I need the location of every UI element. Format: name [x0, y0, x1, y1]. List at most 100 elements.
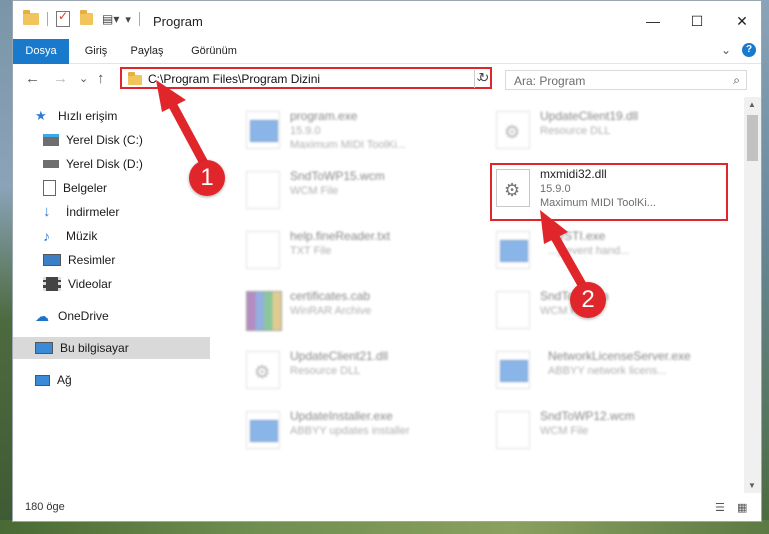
file-item[interactable]: SndToWP12.wcm WCM File [490, 405, 710, 455]
file-type: WinRAR Archive [290, 305, 372, 317]
sidebar-item-label: OneDrive [58, 309, 109, 323]
sidebar-item-this-pc[interactable]: Bu bilgisayar [13, 337, 231, 359]
folder-icon [128, 72, 142, 85]
customize-toolbar-icon[interactable]: ▤▾ [102, 12, 119, 26]
documents-icon [43, 180, 56, 196]
file-icon [246, 171, 280, 209]
dll-icon [496, 111, 530, 149]
search-icon[interactable]: ⌕ [733, 73, 740, 88]
file-item[interactable]: UpdateInstaller.exe ABBYY updates instal… [240, 405, 460, 455]
step-1-badge: 1 [189, 160, 225, 196]
ribbon-expand-icon[interactable]: ⌄ [721, 43, 731, 57]
file-item[interactable]: UpdateClient19.dll Resource DLL [490, 105, 710, 155]
scrollbar-thumb[interactable] [747, 115, 758, 161]
address-bar[interactable]: C:\Program Files\Program Dizini ⌄ [120, 67, 492, 89]
file-item[interactable]: ...ySTI.exe ...y event hand... [490, 225, 710, 275]
scroll-down-icon[interactable]: ▼ [748, 481, 756, 490]
star-icon: ★ [35, 108, 47, 123]
address-path[interactable]: C:\Program Files\Program Dizini [148, 72, 320, 86]
exe-icon [246, 411, 280, 449]
sidebar-item-label: Bu bilgisayar [60, 341, 129, 355]
file-icon [496, 291, 530, 329]
sidebar-item-onedrive[interactable]: ☁ OneDrive [13, 305, 231, 327]
sidebar-item-videos[interactable]: Videolar 📌 [13, 273, 239, 295]
large-icons-view-icon[interactable]: ▦ [737, 501, 751, 514]
details-view-icon[interactable]: ☰ [715, 501, 729, 514]
archive-icon [246, 291, 282, 331]
pictures-icon [43, 254, 61, 266]
back-button[interactable]: ← [25, 70, 40, 87]
sidebar-item-label: İndirmeler [66, 205, 120, 219]
navigation-pane: ★ Hızlı erişim Yerel Disk (C:) 📌 Yerel D… [13, 97, 231, 493]
sidebar-item-label: Yerel Disk (C:) [66, 133, 143, 147]
status-bar: 180 öge ☰ ▦ [13, 495, 761, 521]
window-title: Program [153, 14, 203, 29]
file-item[interactable]: UpdateClient21.dll Resource DLL [240, 345, 460, 395]
file-name: UpdateClient21.dll [290, 349, 389, 363]
file-name: program.exe [290, 109, 358, 123]
file-list: program.exe 15.9.0 Maximum MIDI ToolKi..… [210, 97, 744, 493]
file-name: SndToWP15.wcm [290, 169, 385, 183]
file-icon [496, 411, 530, 449]
file-description: ABBYY network licens... [548, 365, 667, 377]
tab-home[interactable]: Giriş [77, 39, 115, 63]
sidebar-item-label: Belgeler [63, 181, 108, 195]
sidebar-item-music[interactable]: ♪ Müzik 📌 [13, 225, 239, 247]
file-highlight-box [490, 163, 728, 221]
refresh-button[interactable]: ↻ [474, 70, 493, 88]
tab-view[interactable]: Görünüm [185, 39, 243, 63]
folder-icon [23, 10, 39, 25]
computer-icon [35, 342, 53, 354]
exe-icon [496, 351, 530, 389]
up-button[interactable]: ↑ [97, 70, 105, 87]
downloads-icon: ↓ [43, 203, 51, 220]
file-item[interactable]: SndToWP15.wcm WCM File [240, 165, 460, 215]
vertical-scrollbar[interactable]: ▲ ▼ [744, 97, 761, 493]
sidebar-item-label: Resimler [68, 253, 116, 267]
scroll-up-icon[interactable]: ▲ [748, 100, 756, 109]
sidebar-item-network[interactable]: Ağ [13, 369, 231, 391]
sidebar-item-label: Yerel Disk (D:) [66, 157, 143, 171]
sidebar-item-downloads[interactable]: ↓ İndirmeler 📌 [13, 201, 239, 223]
close-button[interactable]: ✕ [732, 11, 752, 31]
file-item[interactable]: program.exe 15.9.0 Maximum MIDI ToolKi..… [240, 105, 460, 155]
file-description: Maximum MIDI ToolKi... [290, 139, 406, 151]
tab-share[interactable]: Paylaş [123, 39, 171, 63]
file-item[interactable]: NetworkLicenseServer.exe ABBYY network l… [490, 345, 710, 395]
minimize-button[interactable]: — [643, 11, 663, 31]
videos-icon [43, 277, 61, 291]
toolbar-dropdown-icon[interactable]: ▾ [125, 13, 131, 26]
sidebar-item-quick-access[interactable]: ★ Hızlı erişim [13, 105, 231, 127]
sidebar-item-label: Müzik [66, 229, 98, 243]
file-type: WCM File [540, 425, 589, 437]
file-item[interactable]: help.fineReader.txt TXT File [240, 225, 460, 275]
cloud-icon: ☁ [35, 308, 49, 324]
properties-icon[interactable] [56, 9, 70, 27]
file-name: certificates.cab [290, 289, 371, 303]
help-icon[interactable]: ? [742, 43, 756, 57]
maximize-button[interactable]: ☐ [687, 11, 707, 31]
search-input[interactable]: Ara: Program [514, 74, 585, 88]
sidebar-item-label: Ağ [57, 373, 72, 387]
navigation-bar: ← → ⌄ ↑ C:\Program Files\Program Dizini … [13, 64, 761, 94]
file-name: UpdateClient19.dll [540, 109, 639, 123]
ribbon: Dosya Giriş Paylaş Görünüm ⌄ ? [13, 39, 761, 89]
search-box[interactable]: Ara: Program ⌕ [505, 70, 747, 90]
drive-icon [43, 160, 59, 168]
sidebar-item-pictures[interactable]: Resimler 📌 [13, 249, 239, 271]
toolbar-separator [138, 12, 140, 26]
file-description: ...y event hand... [548, 245, 630, 257]
explorer-window: ▤▾ ▾ Program — ☐ ✕ Dosya Giriş Paylaş Gö… [12, 0, 762, 522]
recent-locations-button[interactable]: ⌄ [79, 72, 88, 85]
step-2-badge: 2 [570, 282, 606, 318]
file-item[interactable]: certificates.cab WinRAR Archive [240, 285, 460, 335]
quick-access-toolbar: ▤▾ ▾ [23, 9, 140, 27]
drive-icon [43, 134, 59, 146]
file-type: WCM File [290, 185, 339, 197]
new-folder-icon[interactable] [80, 10, 93, 25]
sidebar-item-label: Videolar [68, 277, 112, 291]
file-type: Resource DLL [540, 125, 611, 137]
file-type: TXT File [290, 245, 332, 257]
sidebar-item-disk-c[interactable]: Yerel Disk (C:) 📌 [13, 129, 239, 151]
forward-button[interactable]: → [53, 70, 68, 87]
